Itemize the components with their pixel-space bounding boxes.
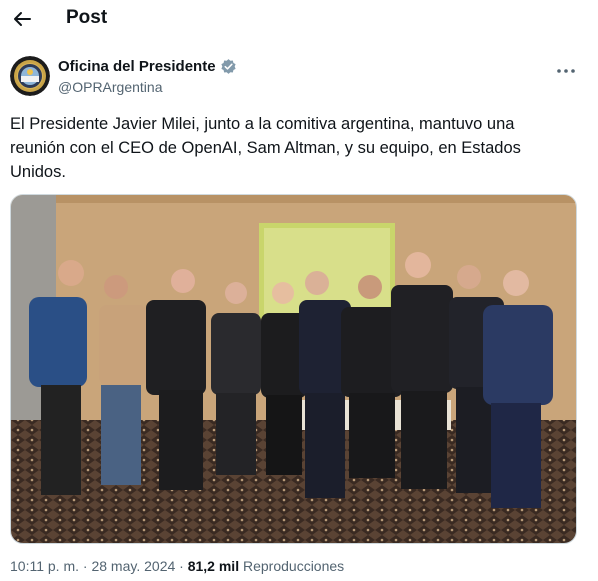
verified-badge-icon (220, 59, 236, 74)
post-author-header: Oficina del Presidente @OPRArgentina (0, 52, 598, 102)
arrow-left-icon (14, 12, 31, 26)
page-title: Post (66, 7, 108, 28)
meta-separator: · (179, 558, 184, 574)
name-row: Oficina del Presidente (58, 58, 237, 75)
author-handle[interactable]: @OPRArgentina (58, 79, 162, 95)
post-photo[interactable] (10, 194, 577, 544)
group-photo-image (11, 195, 576, 543)
more-options-button[interactable] (555, 64, 577, 76)
display-name[interactable]: Oficina del Presidente (58, 58, 216, 75)
avatar[interactable] (10, 56, 50, 96)
post-time[interactable]: 10:11 p. m. (10, 558, 79, 574)
views-count: 81,2 mil (187, 558, 240, 574)
presidential-seal-icon (10, 56, 50, 96)
more-horizontal-icon (557, 69, 575, 73)
post-date[interactable]: 28 may. 2024 (91, 558, 175, 574)
meta-separator: · (82, 558, 88, 574)
back-button[interactable] (12, 9, 32, 29)
post-metadata: 10:11 p. m. · 28 may. 2024 · 81,2 mil Re… (10, 558, 344, 574)
top-bar: Post (0, 0, 598, 38)
views-label: Reproducciones (242, 558, 345, 574)
post-text: El Presidente Javier Milei, junto a la c… (10, 115, 521, 181)
